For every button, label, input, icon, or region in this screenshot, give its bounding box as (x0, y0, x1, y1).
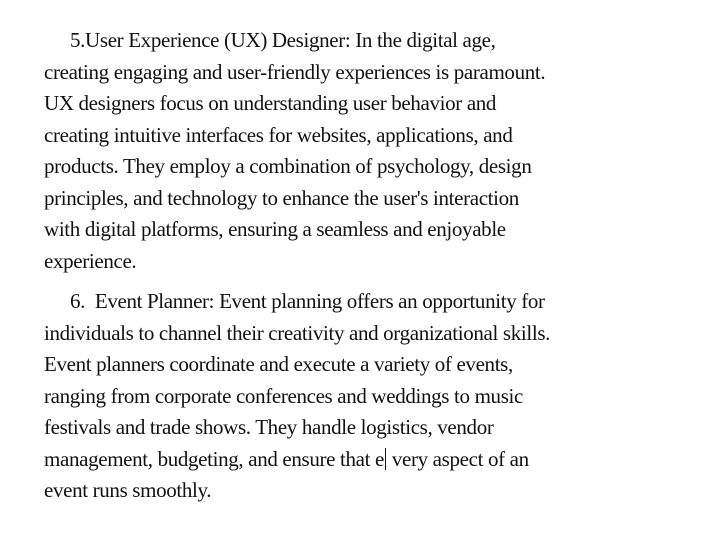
paragraph-ux-designer[interactable]: 5.User Experience (UX) Designer: In the … (44, 25, 684, 277)
text-line: 6. Event Planner: Event planning offers … (70, 289, 545, 313)
text-line: festivals and trade shows. They handle l… (44, 415, 494, 439)
text-line: UX designers focus on understanding user… (44, 91, 497, 115)
text-line: Event planners coordinate and execute a … (44, 352, 513, 376)
document-page[interactable]: 5.User Experience (UX) Designer: In the … (44, 25, 684, 516)
text-line: ranging from corporate conferences and w… (44, 383, 523, 408)
text-line: management, budgeting, and ensure that e (44, 446, 384, 471)
text-line: creating engaging and user-friendly expe… (44, 59, 546, 84)
text-line: principles, and technology to enhance th… (44, 185, 519, 210)
text-line: individuals to channel their creativity … (44, 320, 551, 345)
text-line: experience. (44, 248, 137, 273)
paragraph-event-planner[interactable]: 6. Event Planner: Event planning offers … (44, 286, 684, 507)
text-line: very aspect of an (386, 446, 529, 471)
text-line: with digital platforms, ensuring a seaml… (44, 217, 506, 241)
text-line: products. They employ a combination of p… (44, 154, 532, 178)
text-line: event runs smoothly. (44, 478, 212, 502)
text-cursor (384, 447, 386, 470)
text-line: creating intuitive interfaces for websit… (44, 122, 513, 147)
text-line: 5.User Experience (UX) Designer: In the … (70, 28, 496, 52)
